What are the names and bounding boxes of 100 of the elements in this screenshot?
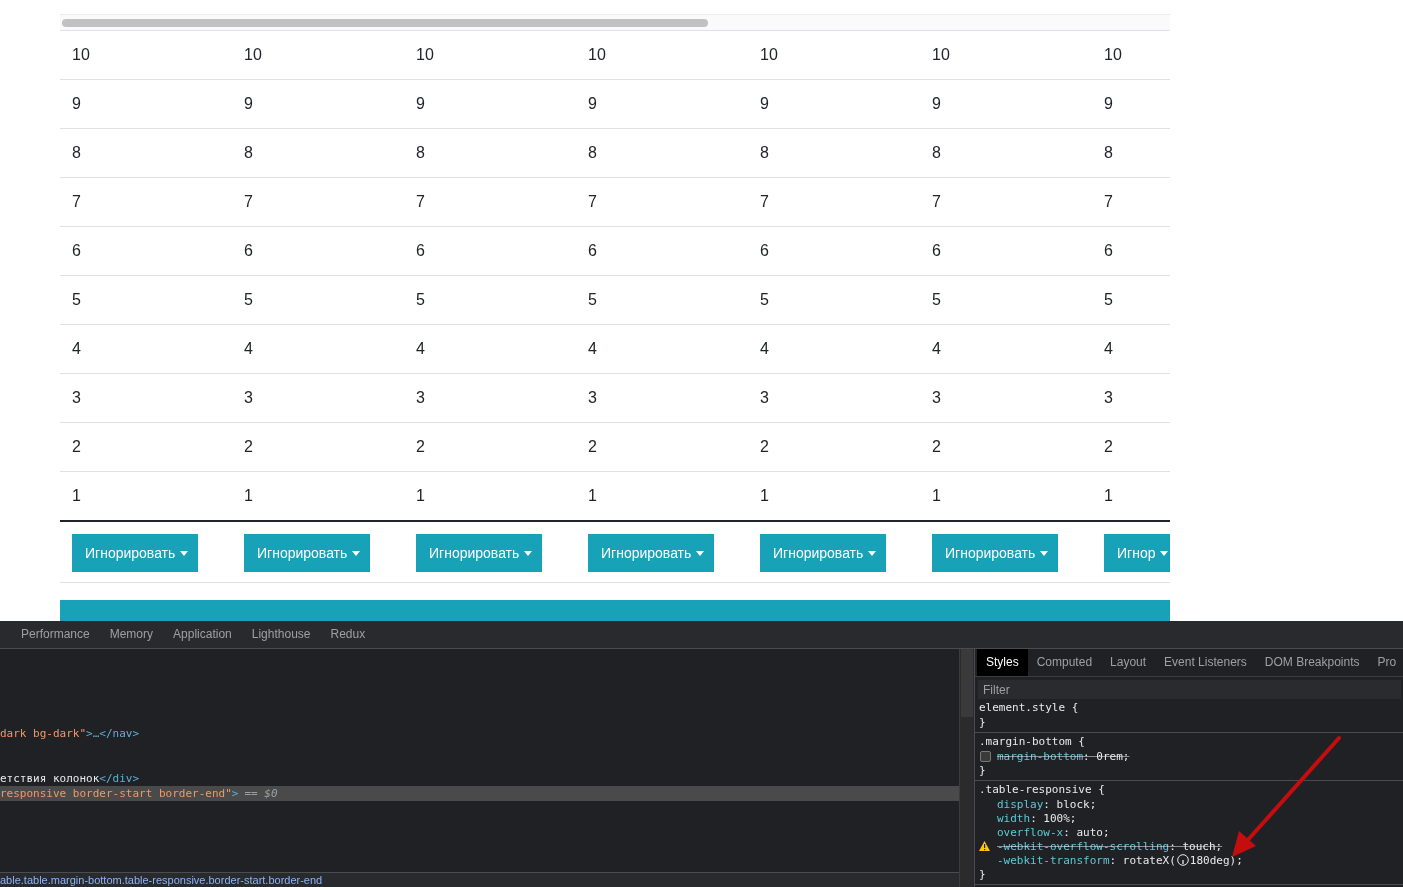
table-cell: 9 [760, 95, 769, 113]
caret-icon [524, 550, 533, 556]
table-cell: 6 [588, 242, 597, 260]
table-cell: 7 [588, 193, 597, 211]
table-cell: 5 [72, 291, 81, 309]
table-cell: 7 [416, 193, 425, 211]
table-cell: 4 [760, 340, 769, 358]
table-cell: 8 [72, 144, 81, 162]
caret-icon [868, 550, 877, 556]
table-cell: 5 [588, 291, 597, 309]
filter-field[interactable]: Filter [978, 680, 1401, 699]
css-declaration: width: 100%; [997, 810, 1077, 826]
devtools-tab[interactable]: Redux [320, 621, 376, 648]
table-cell: 6 [1104, 242, 1113, 260]
table-cell: 7 [932, 193, 941, 211]
breadcrumb-path[interactable]: able.table.margin-bottom.table-responsive.border-start.border-end [0, 872, 959, 887]
table-cell: 5 [1104, 291, 1113, 309]
devtools-tab[interactable]: Application [163, 621, 242, 648]
table-cell: 10 [588, 46, 606, 64]
table-cell: 7 [72, 193, 81, 211]
table-cell: 3 [244, 389, 253, 407]
table-cell: 8 [760, 144, 769, 162]
angle-icon[interactable] [1176, 854, 1189, 866]
table-cell: 4 [416, 340, 425, 358]
styles-tab[interactable]: Computed [1027, 649, 1102, 676]
devtools-tab[interactable]: Performance [11, 621, 100, 648]
caret-icon [1160, 550, 1169, 556]
table-cell: 4 [72, 340, 81, 358]
table-cell: 10 [244, 46, 262, 64]
table-cell: 6 [760, 242, 769, 260]
table-cell: 9 [588, 95, 597, 113]
styles-tab[interactable]: Event Listeners [1155, 649, 1256, 676]
table-cell: 3 [760, 389, 769, 407]
table-cell: 1 [760, 487, 769, 505]
table-cell: 1 [416, 487, 425, 505]
table-cell: 10 [932, 46, 950, 64]
table-cell: 2 [72, 438, 81, 456]
code-line[interactable]: етствия колонок</div> [0, 771, 959, 786]
table-cell: 4 [1104, 340, 1113, 358]
table-cell: 7 [244, 193, 253, 211]
ignore-button[interactable]: Игнорировать [72, 534, 199, 572]
table-cell: 10 [72, 46, 90, 64]
table-cell: 6 [72, 242, 81, 260]
css-brace: } [979, 867, 986, 882]
css-value: 180deg); [1189, 852, 1243, 868]
table-cell: 10 [1104, 46, 1122, 64]
table-cell: 1 [588, 487, 597, 505]
css-declaration: display: block; [997, 796, 1097, 812]
styles-tab[interactable]: Layout [1101, 649, 1156, 676]
table-cell: 1 [1104, 487, 1113, 505]
ignore-button[interactable]: Игнорировать [932, 534, 1059, 572]
table-cell: 5 [932, 291, 941, 309]
table-cell: 6 [932, 242, 941, 260]
table-cell: 4 [588, 340, 597, 358]
devtools-tab[interactable]: Memory [99, 621, 164, 648]
table-cell: 7 [1104, 193, 1113, 211]
caret-icon [180, 550, 189, 556]
table-cell: 8 [244, 144, 253, 162]
scrollbar[interactable] [959, 649, 974, 887]
table-cell: 8 [1104, 144, 1113, 162]
table-cell: 5 [416, 291, 425, 309]
caret-icon [352, 550, 361, 556]
css-declaration: overflow-x: auto; [997, 824, 1110, 840]
table-cell: 2 [588, 438, 597, 456]
table-cell: 7 [760, 193, 769, 211]
styles-tab[interactable]: Pro [1368, 649, 1403, 676]
ignore-button[interactable]: Игнорировать [416, 534, 543, 572]
caret-icon [696, 550, 705, 556]
styles-tab[interactable]: Styles [977, 649, 1028, 676]
checkbox[interactable] [980, 750, 991, 762]
ignore-button[interactable]: Игнорировать [244, 534, 371, 572]
table-cell: 2 [244, 438, 253, 456]
table-cell: 3 [932, 389, 941, 407]
css-declaration: -webkit-transform: rotateX( [997, 852, 1176, 868]
devtools-tab[interactable]: Lighthouse [241, 621, 321, 648]
css-selector: element.style { [979, 700, 1079, 715]
ignore-button[interactable]: Игнорировать [760, 534, 887, 572]
table-cell: 3 [1104, 389, 1113, 407]
ignore-button[interactable]: Игнор [1104, 534, 1170, 572]
table-cell: 3 [416, 389, 425, 407]
table-cell: 4 [244, 340, 253, 358]
table-cell: 1 [244, 487, 253, 505]
table-cell: 10 [416, 46, 434, 64]
table-cell: 1 [932, 487, 941, 505]
table-cell: 6 [416, 242, 425, 260]
code-line[interactable]: dark bg-dark">…</nav> [0, 726, 959, 741]
css-selector: .margin-bottom { [979, 734, 1085, 749]
css-brace: } [979, 715, 986, 730]
table-cell: 3 [588, 389, 597, 407]
table-cell: 8 [588, 144, 597, 162]
table-cell: 2 [416, 438, 425, 456]
table-cell: 10 [760, 46, 778, 64]
table-cell: 8 [416, 144, 425, 162]
caret-icon [1040, 550, 1049, 556]
table-cell: 3 [72, 389, 81, 407]
table-cell: 9 [244, 95, 253, 113]
css-brace: } [979, 763, 986, 778]
table-cell: 9 [1104, 95, 1113, 113]
styles-tab[interactable]: DOM Breakpoints [1255, 649, 1369, 676]
ignore-button[interactable]: Игнорировать [588, 534, 715, 572]
